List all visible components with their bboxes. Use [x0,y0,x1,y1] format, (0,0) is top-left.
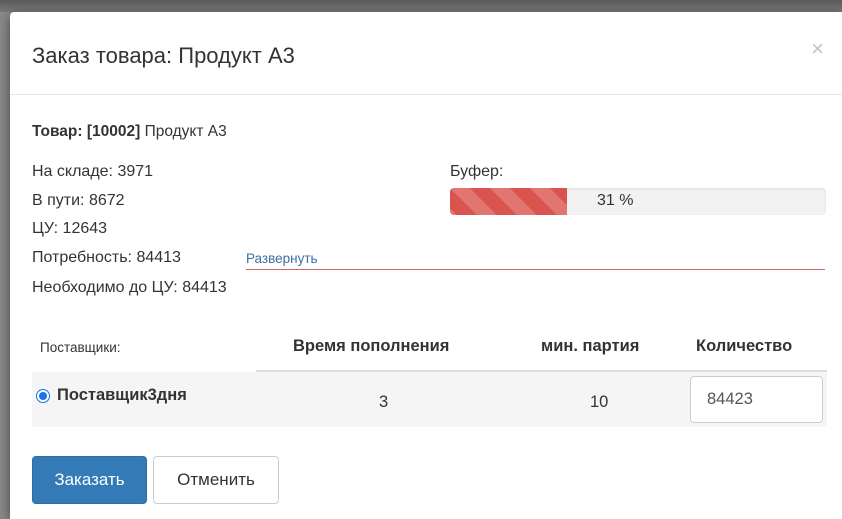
stock-target: ЦУ: 12643 [32,220,108,237]
product-label: Товар: [10002] [32,123,141,140]
buffer-progress [450,188,826,215]
quantity-header: Количество [696,337,793,355]
buffer-percent: 31 % [597,192,634,209]
page-backdrop [0,0,842,12]
product-info: Товар: [10002] Продукт А3 [32,123,227,141]
modal-title: Заказ товара: Продукт А3 [32,43,295,68]
product-name: Продукт А3 [144,123,227,140]
min-batch-cell: 10 [590,393,609,411]
lead-time-cell: 3 [379,393,389,411]
stock-on-hand: На складе: 3971 [32,163,154,180]
stock-demand: Потребность: 84413 [32,249,181,266]
order-button[interactable]: Заказать [32,456,147,504]
divider [246,269,825,270]
expand-link[interactable]: Развернуть [246,251,318,266]
order-modal: Заказ товара: Продукт А3 × Товар: [10002… [10,12,842,519]
min-batch-header: мин. партия [541,337,640,355]
modal-header: Заказ товара: Продукт А3 × [10,12,842,95]
supplier-radio[interactable] [36,389,50,403]
suppliers-header: Поставщики: [40,340,121,355]
quantity-input[interactable] [690,376,823,423]
close-icon[interactable]: × [811,36,824,62]
buffer-progress-fill [450,188,567,215]
stock-needed: Необходимо до ЦУ: 84413 [32,279,227,296]
stock-in-transit: В пути: 8672 [32,192,125,209]
lead-time-header: Время пополнения [293,337,450,355]
buffer-label: Буфер: [450,163,504,180]
cancel-button[interactable]: Отменить [153,456,279,504]
supplier-name: Поставщик3дня [57,386,187,404]
